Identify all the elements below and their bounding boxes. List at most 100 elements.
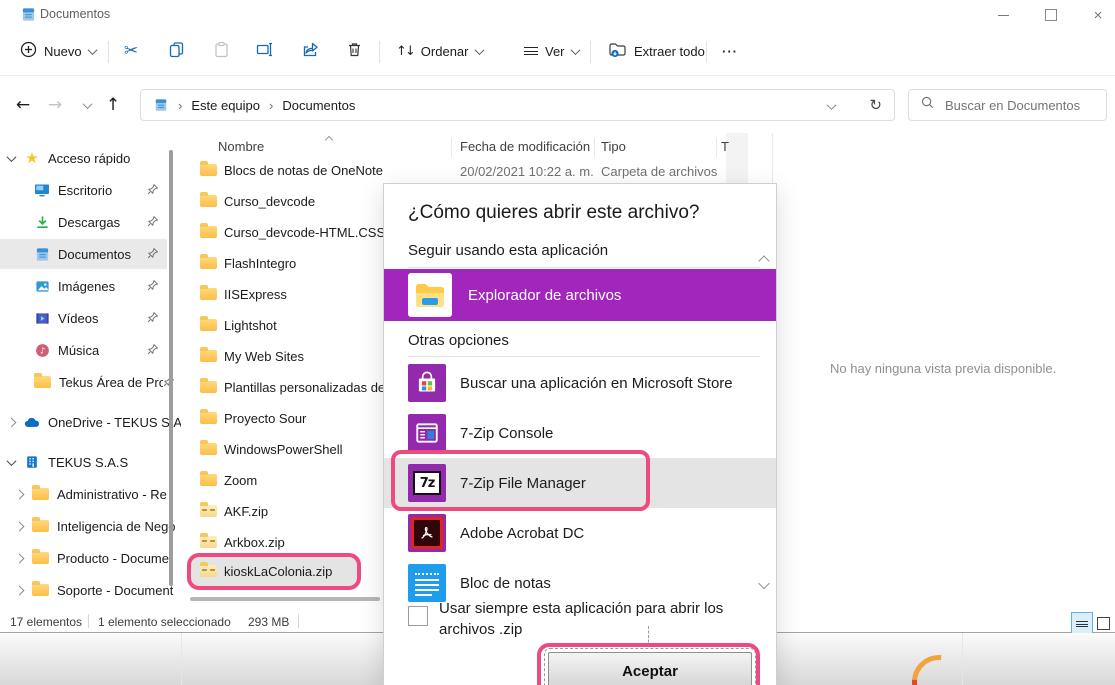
sort-label: Ordenar — [421, 44, 469, 59]
scroll-down-icon[interactable] — [760, 576, 768, 594]
zip-folder-icon — [200, 565, 217, 577]
pin-icon — [147, 343, 159, 358]
share-icon — [302, 41, 320, 61]
pin-icon — [147, 247, 159, 262]
sidebar-item-escritorio[interactable]: Escritorio — [0, 175, 181, 205]
rename-button[interactable] — [248, 34, 282, 68]
chevron-right-icon — [15, 489, 25, 499]
sidebar-item-imagenes[interactable]: Imágenes — [0, 271, 181, 301]
sidebar-item-tekus-area[interactable]: Tekus Área de Pro — [0, 367, 181, 397]
cut-button[interactable]: ✂ — [116, 34, 146, 68]
onedrive-cloud-icon — [24, 414, 40, 430]
document-icon — [20, 6, 36, 22]
extract-folder-icon — [608, 41, 627, 61]
accept-button[interactable]: Aceptar — [548, 652, 752, 685]
annotation-connector — [648, 626, 649, 647]
horizontal-scrollbar[interactable] — [190, 597, 380, 601]
recent-locations-chevron[interactable] — [74, 92, 100, 118]
back-icon[interactable]: ← — [10, 92, 36, 118]
minimize-button[interactable] — [988, 6, 1018, 24]
svg-text:♪: ♪ — [39, 345, 44, 355]
sidebar-item-musica[interactable]: ♪ Música — [0, 335, 181, 365]
breadcrumb[interactable]: › Este equipo › Documentos ↻ — [140, 89, 895, 121]
thumbnail-view-button[interactable] — [1093, 612, 1113, 634]
always-use-label-line1: Usar siempre esta aplicación para abrir … — [439, 600, 723, 617]
scroll-up-icon[interactable] — [760, 252, 768, 270]
search-box[interactable] — [908, 89, 1107, 121]
file-row[interactable]: Lightshot — [186, 310, 381, 340]
rename-icon — [256, 41, 274, 61]
sidebar-section-onedrive[interactable]: OneDrive - TEKUS S.A — [0, 407, 181, 437]
paste-button[interactable] — [205, 34, 238, 68]
file-row[interactable]: Curso_devcode — [186, 186, 381, 216]
copy-button[interactable] — [160, 34, 193, 68]
file-row[interactable]: Proyecto Sour — [186, 403, 381, 433]
sidebar-item-administrativo[interactable]: Administrativo - Re — [0, 479, 181, 509]
breadcrumb-current[interactable]: Documentos — [282, 98, 355, 113]
chevron-right-icon — [15, 553, 25, 563]
share-button[interactable] — [294, 34, 328, 68]
app-option-7zip-console[interactable]: 7-Zip Console — [384, 408, 776, 458]
file-row[interactable]: Blocs de notas de OneNote — [186, 155, 381, 185]
refresh-icon[interactable]: ↻ — [869, 98, 882, 113]
folder-icon — [200, 381, 217, 393]
file-row-selected[interactable]: kioskLaColonia.zip — [186, 556, 381, 586]
sidebar-item-producto[interactable]: Producto - Docume — [0, 543, 181, 573]
sidebar-item-inteligencia[interactable]: Inteligencia de Nego — [0, 511, 181, 541]
column-header-name[interactable]: Nombre — [218, 139, 264, 154]
view-lines-icon — [524, 45, 538, 58]
sidebar-scrollbar[interactable] — [169, 150, 173, 586]
item-count: 17 elementos — [10, 615, 82, 629]
file-row[interactable]: FlashIntegro — [186, 248, 381, 278]
app-option-7zip-file-manager[interactable]: 7z 7-Zip File Manager — [384, 458, 776, 508]
new-button[interactable]: Nuevo — [12, 34, 104, 68]
extract-all-button[interactable]: Extraer todo — [600, 34, 713, 68]
selection-count: 1 elemento seleccionado — [98, 615, 231, 629]
folder-icon — [200, 319, 217, 331]
app-option-adobe-acrobat[interactable]: Adobe Acrobat DC — [384, 508, 776, 558]
sidebar-section-quick-access[interactable]: ★ Acceso rápido — [0, 143, 181, 173]
file-date: 20/02/2021 10:22 a. m. — [460, 164, 594, 179]
other-options-label: Otras opciones — [408, 332, 509, 349]
sidebar-item-documentos[interactable]: Documentos — [0, 239, 167, 269]
file-row[interactable]: Arkbox.zip — [186, 527, 381, 557]
always-use-label-line2: archivos .zip — [439, 621, 522, 638]
column-header-size-truncated[interactable]: T — [721, 139, 729, 154]
sort-ascending-caret-icon — [326, 130, 332, 148]
pin-icon — [147, 279, 159, 294]
folder-icon — [200, 412, 217, 424]
file-row[interactable]: Plantillas personalizadas de Off — [186, 372, 381, 402]
file-row[interactable]: WindowsPowerShell — [186, 434, 381, 464]
paste-icon — [213, 41, 230, 61]
file-row[interactable]: AKF.zip — [186, 496, 381, 526]
column-header-date[interactable]: Fecha de modificación — [460, 139, 590, 154]
maximize-button[interactable] — [1036, 6, 1066, 24]
close-button[interactable]: × — [1083, 6, 1113, 24]
sidebar-item-descargas[interactable]: Descargas — [0, 207, 181, 237]
more-options-button[interactable]: ··· — [714, 34, 746, 68]
download-icon — [34, 214, 50, 230]
file-row[interactable]: IISExpress — [186, 279, 381, 309]
view-button[interactable]: Ver — [516, 34, 587, 68]
column-header-type[interactable]: Tipo — [601, 139, 626, 154]
folder-icon — [200, 195, 217, 207]
folder-icon — [200, 288, 217, 300]
featured-app-explorador[interactable]: Explorador de archivos — [384, 269, 776, 321]
file-row[interactable]: My Web Sites — [186, 341, 381, 371]
address-dropdown-chevron[interactable] — [828, 98, 835, 113]
sort-button[interactable]: ↑↓ Ordenar — [388, 34, 491, 68]
app-option-microsoft-store[interactable]: Buscar una aplicación en Microsoft Store — [384, 358, 776, 408]
sidebar-item-videos[interactable]: Vídeos — [0, 303, 181, 333]
zip-folder-icon — [200, 536, 217, 548]
up-icon[interactable]: ↑ — [100, 92, 126, 118]
breadcrumb-this-pc[interactable]: Este equipo — [191, 98, 260, 113]
always-use-checkbox[interactable] — [408, 606, 428, 626]
sidebar-section-tekus[interactable]: TEKUS S.A.S — [0, 447, 181, 477]
forward-icon[interactable]: → — [42, 92, 68, 118]
delete-button[interactable] — [338, 34, 371, 68]
building-icon — [24, 454, 40, 470]
sidebar-item-soporte[interactable]: Soporte - Document — [0, 575, 181, 605]
file-row[interactable]: Zoom — [186, 465, 381, 495]
file-row[interactable]: Curso_devcode-HTML.CSS — [186, 217, 381, 247]
search-input[interactable] — [943, 97, 1097, 114]
